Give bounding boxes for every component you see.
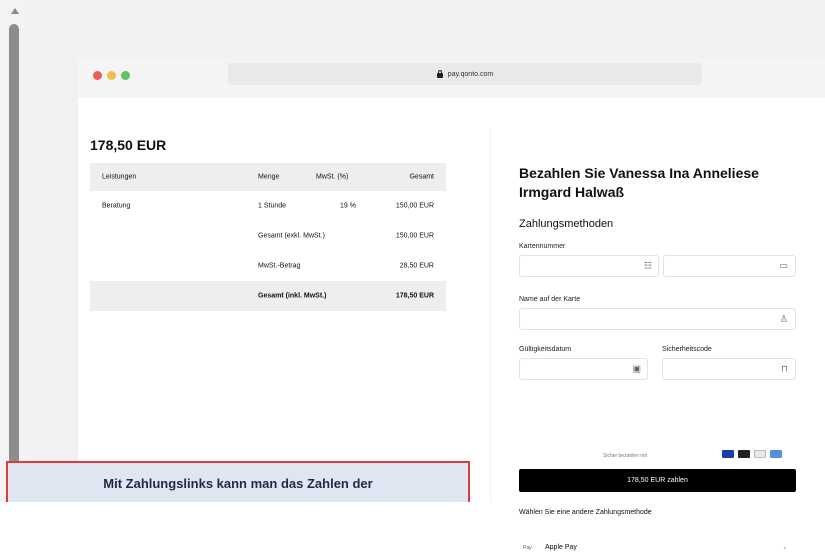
- grand-total-value: 178,50 EUR: [395, 292, 434, 300]
- cvc-label: Sicherheitscode: [662, 346, 712, 353]
- apple-pay-icon: Pay: [523, 545, 532, 551]
- invoice-amount: 178,50 EUR: [90, 137, 167, 153]
- table-row: Beratung 1 Stunde 19 % 150,00 EUR: [90, 191, 446, 221]
- calendar-icon: ▣: [632, 363, 641, 374]
- invoice-table: Leistungen Menge MwSt. (%) Gesamt Beratu…: [90, 163, 446, 311]
- amex-card-icon: [754, 450, 766, 458]
- subtotal-value: 150,00 EUR: [395, 232, 434, 240]
- lock-icon: ⊓: [780, 363, 788, 374]
- apple-pay-label: Apple Pay: [545, 544, 577, 551]
- grand-total-row: Gesamt (inkl. MwSt.) 178,50 EUR: [90, 281, 446, 311]
- header-vat: MwSt. (%): [316, 173, 349, 181]
- invoice-panel: 178,50 EUR Leistungen Menge MwSt. (%) Ge…: [78, 98, 462, 502]
- header-quantity: Menge: [258, 173, 280, 181]
- card-name-input[interactable]: ♙: [519, 308, 796, 330]
- expiry-label: Gültigkeitsdatum: [519, 346, 572, 353]
- subtotal-row: Gesamt (exkl. MwSt.) 150,00 EUR: [90, 221, 446, 251]
- alt-payment-heading: Wählen Sie eine andere Zahlungsmethode: [519, 509, 652, 516]
- vat-amount-label: MwSt.-Betrag: [258, 262, 301, 270]
- grand-total-label: Gesamt (inkl. MwSt.): [258, 292, 327, 300]
- vat-amount-row: MwSt.-Betrag 28,50 EUR: [90, 251, 446, 281]
- browser-toolbar: pay.qonto.com: [78, 58, 825, 98]
- maximize-window-icon[interactable]: [121, 71, 130, 80]
- header-description: Leistungen: [102, 173, 137, 181]
- card-name-label: Name auf der Karte: [519, 296, 581, 303]
- visa-card-icon: [722, 450, 734, 458]
- close-window-icon[interactable]: [93, 71, 102, 80]
- keypad-icon: ☷: [643, 260, 652, 271]
- payment-title: Bezahlen Sie Vanessa Ina Anneliese Irmga…: [519, 165, 759, 200]
- minimize-window-icon[interactable]: [107, 71, 116, 80]
- address-bar[interactable]: pay.qonto.com: [228, 63, 702, 85]
- card-brand-icon: [770, 450, 782, 458]
- scroll-thumb[interactable]: [9, 24, 19, 502]
- chevron-right-icon: ›: [783, 543, 786, 552]
- cvc-input[interactable]: ⊓: [662, 358, 796, 380]
- caption-box: Mit Zahlungslinks kann man das Zahlen de…: [6, 461, 470, 502]
- payment-methods-heading: Zahlungsmethoden: [519, 218, 614, 230]
- expiry-input[interactable]: ▣: [519, 358, 648, 380]
- apple-pay-option[interactable]: Pay Apple Pay ›: [519, 538, 796, 560]
- payment-panel: Bezahlen Sie Vanessa Ina Anneliese Irmga…: [490, 128, 820, 552]
- item-description: Beratung: [102, 202, 131, 210]
- item-vat: 19 %: [340, 202, 356, 210]
- header-total: Gesamt: [409, 173, 434, 181]
- table-header: Leistungen Menge MwSt. (%) Gesamt: [90, 163, 446, 191]
- url-text: pay.qonto.com: [447, 70, 494, 78]
- browser-window: pay.qonto.com 178,50 EUR Leistungen Meng…: [78, 58, 825, 552]
- subtotal-label: Gesamt (exkl. MwSt.): [258, 232, 325, 240]
- card-number-input[interactable]: ☷: [519, 255, 659, 277]
- scroll-up-arrow-icon[interactable]: [11, 8, 19, 14]
- card-icon: ▭: [779, 260, 788, 271]
- mastercard-icon: [738, 450, 750, 458]
- caption-text: Mit Zahlungslinks kann man das Zahlen de…: [103, 476, 373, 491]
- card-number-input-extra[interactable]: ▭: [663, 255, 796, 277]
- item-total: 150,00 EUR: [395, 202, 434, 210]
- vertical-scrollbar[interactable]: [0, 0, 30, 502]
- secure-payment-note: Sicher bezahlen mit: [603, 453, 647, 459]
- card-number-label: Kartennummer: [519, 243, 566, 250]
- pay-button[interactable]: 178,50 EUR zahlen: [519, 469, 796, 492]
- lock-icon: [436, 69, 443, 78]
- user-icon: ♙: [779, 313, 788, 324]
- vat-amount-value: 28,50 EUR: [399, 262, 434, 270]
- item-quantity: 1 Stunde: [258, 202, 287, 210]
